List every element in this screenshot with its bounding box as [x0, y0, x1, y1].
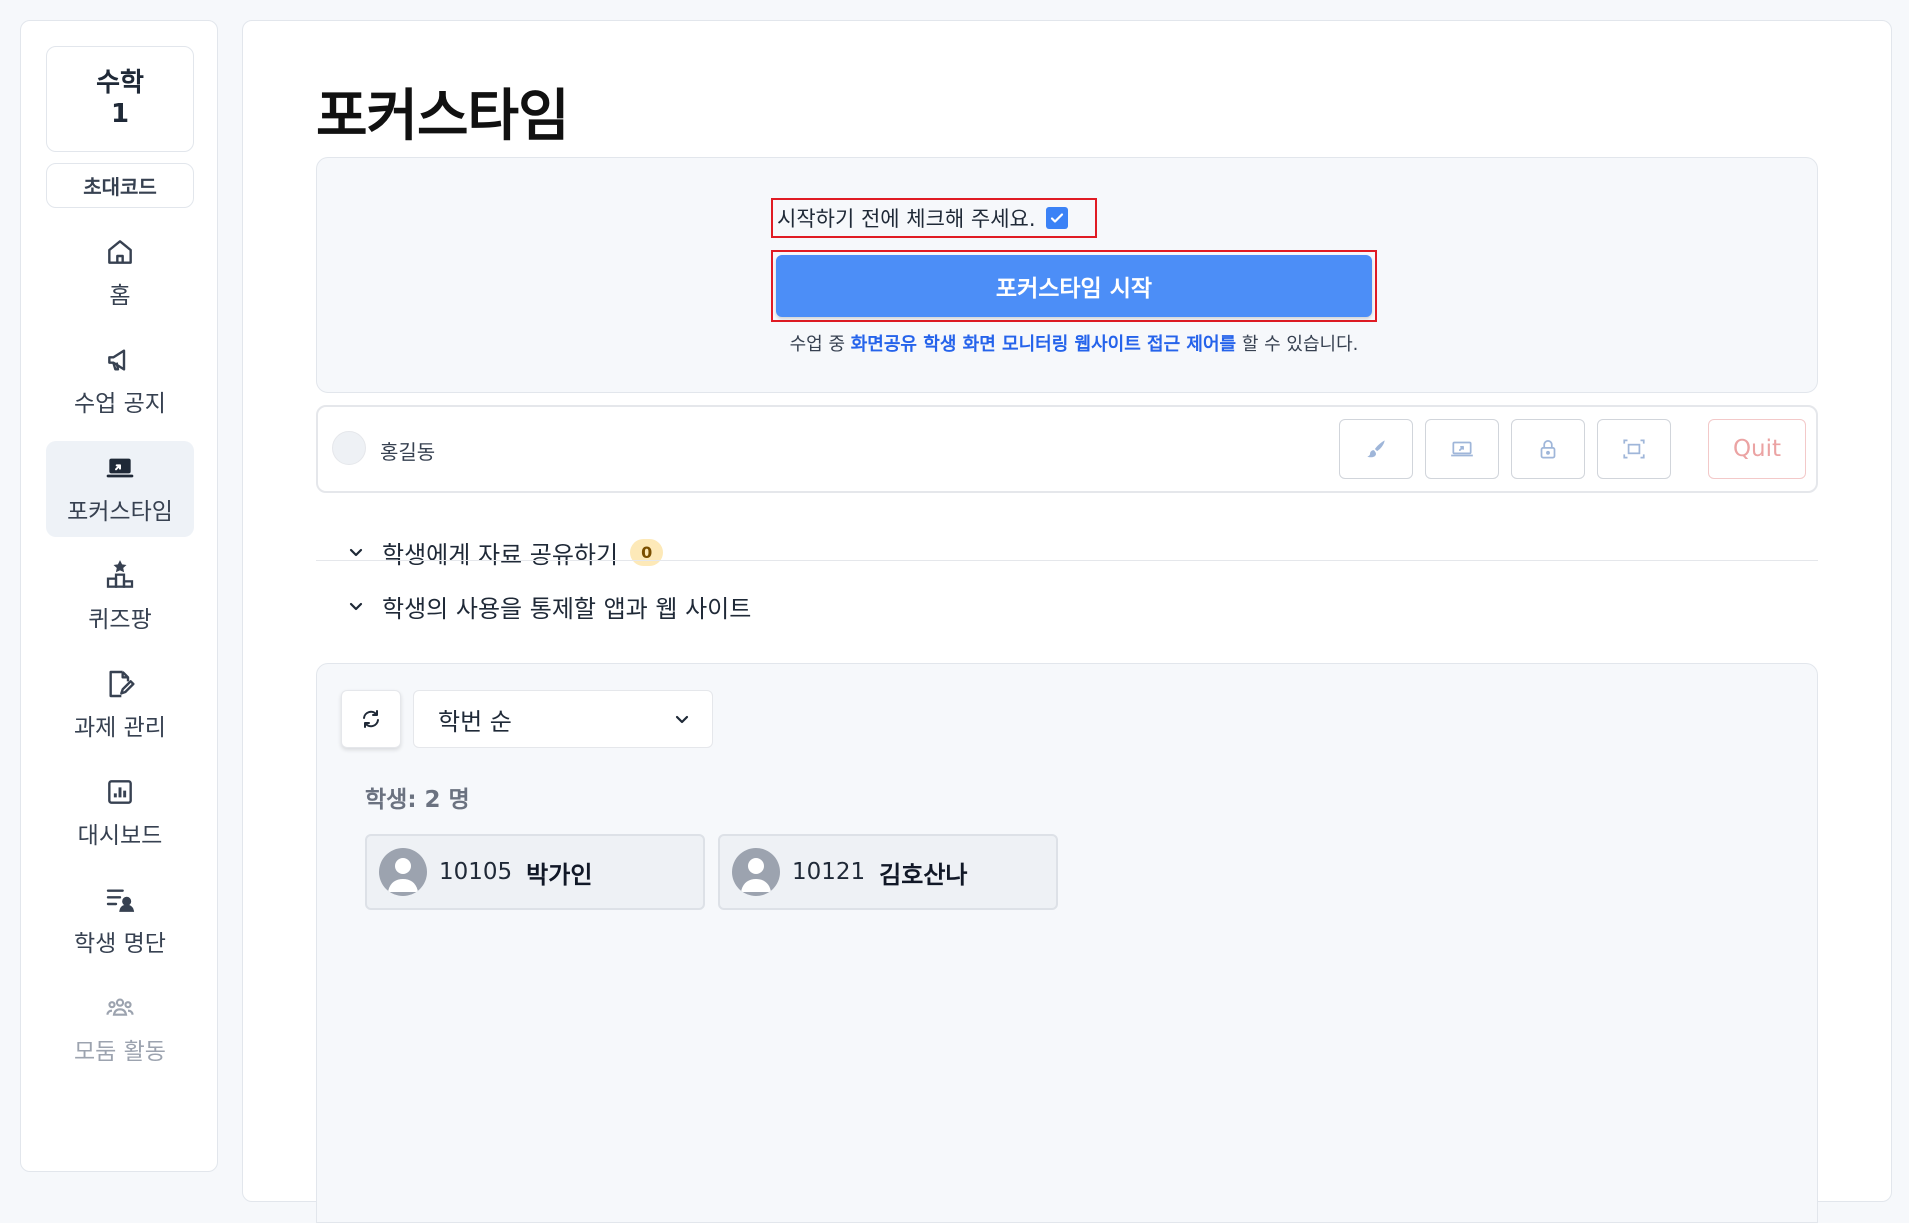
- student-name: 박가인: [526, 860, 593, 889]
- refresh-icon: [363, 710, 379, 728]
- megaphone-icon: [108, 349, 126, 371]
- teacher-control-bar: 홍길동 Quit: [316, 405, 1818, 493]
- invite-code-button[interactable]: 초대코드: [46, 163, 194, 208]
- start-button-frame: 포커스타임 시작: [771, 250, 1377, 322]
- hint-highlight: 화면공유 학생 화면 모니터링 웹사이트 접근 제어를: [850, 334, 1237, 355]
- brush-button[interactable]: [1339, 419, 1413, 479]
- accordion-label: 학생의 사용을 통제할 앱과 웹 사이트: [382, 594, 752, 623]
- home-icon: [108, 240, 132, 264]
- student-card[interactable]: 10121 김호산나: [718, 834, 1058, 910]
- sidebar: 수학 1 초대코드 홈 수업 공지 포커스타임 퀴즈팡 과제 관리 대시보드 학…: [20, 20, 218, 1172]
- sidebar-item-notice[interactable]: 수업 공지: [46, 333, 194, 429]
- accordion-share-materials[interactable]: 학생에게 자료 공유하기 0: [316, 525, 1818, 579]
- precheck-label: 시작하기 전에 체크해 주세요.: [777, 207, 1036, 231]
- students-panel: 학번 순 학생: 2 명 10105 박가인 10121 김호산나: [316, 663, 1818, 1223]
- sidebar-item-assignment[interactable]: 과제 관리: [46, 657, 194, 753]
- student-count: 학생: 2 명: [365, 787, 470, 813]
- student-card[interactable]: 10105 박가인: [365, 834, 705, 910]
- teacher-name: 홍길동: [380, 440, 436, 464]
- sidebar-item-label: 홈: [109, 283, 131, 309]
- start-hint: 수업 중 화면공유 학생 화면 모니터링 웹사이트 접근 제어를 할 수 있습니…: [771, 330, 1377, 356]
- focustime-start-panel: 시작하기 전에 체크해 주세요. 포커스타임 시작 수업 중 화면공유 학생 화…: [316, 157, 1818, 393]
- lock-icon: [1540, 440, 1556, 459]
- chart-icon: [108, 780, 132, 804]
- user-icon: [388, 858, 418, 892]
- sidebar-item-label: 과제 관리: [74, 715, 166, 741]
- sidebar-item-group[interactable]: 모둠 활동: [46, 981, 194, 1077]
- invite-code-label: 초대코드: [83, 175, 157, 199]
- user-icon: [741, 858, 771, 892]
- avatar: [732, 848, 780, 896]
- precheck-row[interactable]: 시작하기 전에 체크해 주세요.: [771, 198, 1097, 238]
- class-number: 1: [110, 99, 130, 129]
- sidebar-item-focustime[interactable]: 포커스타임: [46, 441, 194, 537]
- precheck-checkbox[interactable]: [1045, 207, 1068, 229]
- group-icon: [106, 998, 134, 1016]
- class-name: 수학: [96, 68, 144, 98]
- main-content: 포커스타임 시작하기 전에 체크해 주세요. 포커스타임 시작 수업 중 화면공…: [242, 20, 1892, 1223]
- student-number: 10121: [792, 859, 866, 885]
- sort-select[interactable]: 학번 순: [413, 690, 713, 748]
- quit-button[interactable]: Quit: [1708, 419, 1806, 479]
- sidebar-item-label: 퀴즈팡: [88, 607, 152, 633]
- podium-icon: [106, 560, 134, 588]
- sidebar-item-home[interactable]: 홈: [46, 225, 194, 321]
- chevron-down-icon: [675, 715, 689, 724]
- student-name: 김호산나: [879, 860, 968, 889]
- sidebar-item-roster[interactable]: 학생 명단: [46, 873, 194, 969]
- roster-icon: [106, 889, 135, 912]
- sidebar-item-label: 모둠 활동: [74, 1039, 166, 1065]
- chevron-down-icon: [349, 602, 363, 611]
- sort-selected-value: 학번 순: [438, 707, 512, 736]
- edit-document-icon: [109, 670, 135, 698]
- page-title: 포커스타임: [316, 84, 570, 149]
- student-number: 10105: [439, 859, 513, 885]
- refresh-button[interactable]: [341, 690, 401, 748]
- brush-icon: [1367, 440, 1385, 458]
- hint-prefix: 수업 중: [789, 334, 851, 355]
- chevron-down-icon: [349, 548, 363, 557]
- count-badge: 0: [630, 538, 664, 566]
- sidebar-item-label: 수업 공지: [74, 391, 166, 417]
- screen-share-icon: [1451, 441, 1473, 457]
- sidebar-item-quiz[interactable]: 퀴즈팡: [46, 549, 194, 645]
- avatar: [379, 848, 427, 896]
- fullscreen-button[interactable]: [1597, 419, 1671, 479]
- sidebar-item-dashboard[interactable]: 대시보드: [46, 765, 194, 861]
- screen-share-button[interactable]: [1425, 419, 1499, 479]
- sidebar-item-label: 포커스타임: [67, 499, 173, 525]
- hint-suffix: 할 수 있습니다.: [1236, 334, 1359, 355]
- start-focustime-button[interactable]: 포커스타임 시작: [776, 255, 1372, 317]
- accordion-label: 학생에게 자료 공유하기: [382, 540, 619, 569]
- divider: [316, 560, 1818, 561]
- fullscreen-icon: [1623, 439, 1645, 459]
- lock-button[interactable]: [1511, 419, 1585, 479]
- class-selector[interactable]: 수학 1: [46, 46, 194, 152]
- avatar: [332, 431, 366, 465]
- check-icon: [1050, 213, 1063, 223]
- sidebar-item-label: 학생 명단: [74, 931, 166, 957]
- accordion-app-web-control[interactable]: 학생의 사용을 통제할 앱과 웹 사이트: [316, 579, 1818, 633]
- laptop-icon: [106, 458, 134, 478]
- sidebar-item-label: 대시보드: [77, 823, 163, 849]
